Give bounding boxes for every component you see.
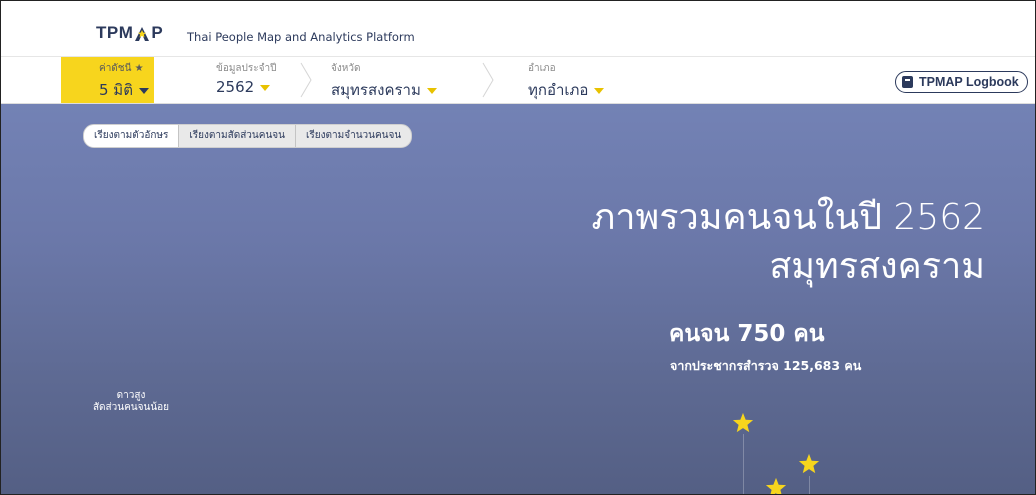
legend-line-high-star: ดาวสูง [116, 390, 146, 401]
overview-title-province: สมุทรสงคราม [769, 245, 985, 287]
poor-count: คนจน 750 คน [669, 321, 825, 347]
district-star-icon[interactable] [765, 477, 787, 495]
province-filter-value: สมุทรสงคราม [331, 78, 437, 102]
chevron-down-icon [426, 87, 437, 94]
logbook-button[interactable]: TPMAP Logbook [895, 71, 1028, 93]
chevron-down-icon [138, 87, 149, 94]
index-filter[interactable]: ค่าดัชนี ★ 5 มิติ [61, 57, 154, 103]
logbook-label: TPMAP Logbook [919, 75, 1019, 89]
surveyed-population: จากประชากรสำรวจ 125,683 คน [670, 358, 862, 373]
legend-line-low-poverty: สัดส่วนคนจนน้อย [92, 401, 170, 413]
sort-poor-count-button[interactable]: เรียงตามจำนวนคนจน [296, 125, 411, 147]
district-star-icon[interactable] [798, 453, 820, 475]
province-filter-label: จังหวัด [331, 63, 361, 74]
separator-chevron-icon [482, 62, 494, 98]
overview-panel: เรียงตามตัวอักษร เรียงตามสัดส่วนคนจน เรี… [1, 104, 1035, 494]
filter-bar: ข้อมูลประจำปี 2562 จังหวัด สมุทรสงคราม อ… [1, 57, 1035, 104]
district-filter-value: ทุกอำเภอ [528, 78, 605, 102]
sort-poverty-ratio-button[interactable]: เรียงตามสัดส่วนคนจน [179, 125, 296, 147]
separator-chevron-icon [300, 62, 312, 98]
star-stem [743, 434, 744, 494]
star-stem [809, 476, 810, 494]
index-filter-label: ค่าดัชนี ★ [99, 63, 144, 74]
logbook-icon [902, 76, 913, 88]
chevron-down-icon [594, 87, 605, 94]
logo-text-p: P [151, 23, 164, 42]
platform-tagline: Thai People Map and Analytics Platform [187, 30, 415, 44]
tpmap-logo[interactable]: TPM P [96, 23, 163, 43]
star-legend: ดาวสูง สัดส่วนคนจนน้อย [83, 390, 179, 413]
district-star-icon[interactable] [732, 412, 754, 434]
overview-title: ภาพรวมคนจนในปี 2562 สมุทรสงคราม [592, 194, 985, 291]
district-filter-label: อำเภอ [528, 63, 556, 74]
top-header: TPM P Thai People Map and Analytics Plat… [1, 1, 1035, 57]
index-filter-value: 5 มิติ [99, 78, 149, 102]
app-frame: TPM P Thai People Map and Analytics Plat… [0, 0, 1036, 495]
logo-star-icon [134, 26, 150, 41]
sort-toggle-group: เรียงตามตัวอักษร เรียงตามสัดส่วนคนจน เรี… [83, 124, 413, 148]
overview-title-year: ภาพรวมคนจนในปี 2562 [591, 197, 985, 238]
logo-text-tp: TPM [96, 23, 134, 42]
year-filter-label: ข้อมูลประจำปี [216, 63, 277, 74]
year-filter-value: 2562 [216, 78, 271, 96]
sort-alphabetical-button[interactable]: เรียงตามตัวอักษร [84, 125, 180, 147]
chevron-down-icon [260, 84, 271, 91]
